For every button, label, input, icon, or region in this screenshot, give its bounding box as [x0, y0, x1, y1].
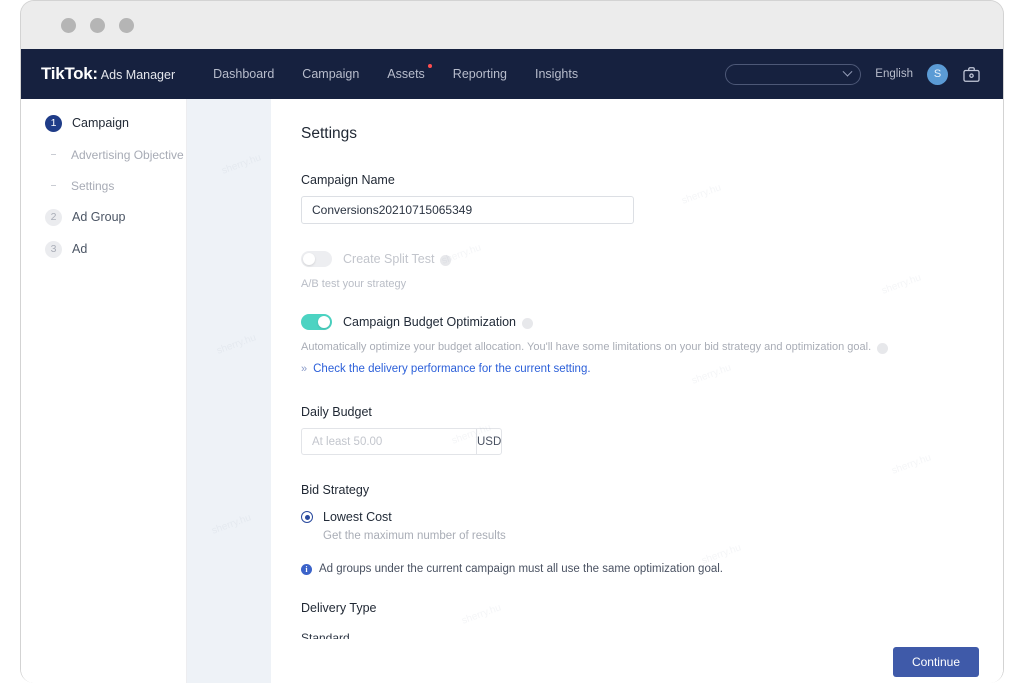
page-body: 1 Campaign Advertising Objective Setting… — [21, 99, 1003, 683]
nav-label-campaign: Campaign — [302, 67, 360, 81]
bullet-dash-icon — [51, 185, 56, 186]
bid-strategy-option-label: Lowest Cost — [323, 510, 392, 524]
nav-item-reporting[interactable]: Reporting — [453, 67, 507, 81]
radio-selected-icon[interactable] — [301, 511, 313, 523]
campaign-name-input[interactable] — [301, 196, 634, 224]
double-chevron-right-icon: » — [301, 363, 308, 375]
nav-label-insights: Insights — [535, 67, 579, 81]
split-test-label: Create Split Test — [343, 252, 435, 266]
window-minimize-dot[interactable] — [90, 17, 105, 33]
bid-strategy-group: Bid Strategy Lowest Cost Get the maximum… — [301, 483, 1003, 542]
campaign-name-field-group: Campaign Name — [301, 173, 1003, 224]
daily-budget-label: Daily Budget — [301, 405, 372, 419]
screenshot-root: TikTok: Ads Manager Dashboard Campaign A… — [0, 0, 1024, 683]
window-maximize-dot[interactable] — [119, 17, 134, 33]
cbo-group: Campaign Budget Optimization Automatical… — [301, 314, 1003, 375]
window-titlebar — [21, 1, 1003, 49]
sidebar-divider-band — [187, 99, 271, 683]
delivery-performance-link-label: Check the delivery performance for the c… — [313, 363, 591, 375]
help-icon[interactable] — [440, 254, 452, 266]
cbo-description-row: Automatically optimize your budget alloc… — [301, 341, 1003, 354]
cbo-label: Campaign Budget Optimization — [343, 315, 517, 329]
info-icon: i — [301, 563, 312, 575]
sidebar-label-campaign: Campaign — [72, 116, 129, 130]
footer-bar: Continue — [271, 639, 1003, 683]
sidebar-sublabel-advertising-objective: Advertising Objective — [71, 147, 184, 162]
nav-label-dashboard: Dashboard — [213, 67, 275, 81]
daily-budget-input[interactable] — [301, 428, 476, 455]
window-close-dot[interactable] — [61, 17, 76, 33]
bid-strategy-label: Bid Strategy — [301, 483, 370, 497]
briefcase-icon[interactable] — [962, 65, 981, 84]
account-select[interactable] — [725, 63, 862, 85]
main-content: Settings Campaign Name Create Split Test… — [271, 99, 1003, 683]
daily-budget-field: USD — [301, 428, 503, 455]
nav-item-dashboard[interactable]: Dashboard — [213, 67, 274, 81]
toggle-knob — [318, 316, 330, 328]
cbo-description: Automatically optimize your budget alloc… — [301, 341, 872, 353]
nav-item-insights[interactable]: Insights — [535, 67, 578, 81]
brand-logo[interactable]: TikTok: Ads Manager — [41, 64, 175, 84]
delivery-type-label: Delivery Type — [301, 601, 377, 615]
nav-item-assets[interactable]: Assets — [387, 64, 432, 81]
continue-button[interactable]: Continue — [892, 646, 979, 677]
avatar[interactable]: S — [927, 63, 948, 85]
daily-budget-group: Daily Budget USD — [301, 405, 1003, 455]
sidebar-item-campaign[interactable]: 1 Campaign — [21, 107, 186, 139]
delivery-performance-link[interactable]: » Check the delivery performance for the… — [301, 363, 1003, 375]
language-selector[interactable]: English — [875, 68, 913, 80]
top-navigation-bar: TikTok: Ads Manager Dashboard Campaign A… — [21, 49, 1003, 99]
cbo-toggle-row: Campaign Budget Optimization — [301, 314, 1003, 330]
bid-strategy-option-lowest-cost[interactable]: Lowest Cost — [301, 510, 1003, 524]
nav-links: Dashboard Campaign Assets Reporting Insi… — [213, 64, 578, 81]
nav-right-group: English S — [725, 63, 981, 85]
nav-label-reporting: Reporting — [452, 67, 507, 81]
campaign-budget-optimization-toggle[interactable] — [301, 314, 332, 330]
chevron-down-icon — [842, 66, 853, 77]
sidebar-label-ad: Ad — [72, 242, 88, 256]
split-test-toggle[interactable] — [301, 251, 332, 267]
bid-strategy-option-description: Get the maximum number of results — [323, 530, 506, 542]
bullet-dash-icon — [51, 154, 56, 155]
browser-window: TikTok: Ads Manager Dashboard Campaign A… — [20, 0, 1004, 683]
sidebar-sublabel-settings: Settings — [71, 178, 115, 193]
sidebar-item-ad[interactable]: 3 Ad — [21, 233, 186, 265]
sidebar-step-number-3: 3 — [45, 240, 62, 258]
nav-item-campaign[interactable]: Campaign — [302, 67, 359, 81]
page-title: Settings — [301, 125, 358, 142]
sidebar-step-number-1: 1 — [45, 114, 62, 132]
notification-dot-icon — [427, 64, 432, 68]
nav-label-assets: Assets — [387, 67, 425, 81]
sidebar-label-ad-group: Ad Group — [72, 210, 126, 224]
sidebar-subitem-settings[interactable]: Settings — [21, 170, 186, 201]
campaign-name-label: Campaign Name — [301, 173, 395, 187]
split-test-description: A/B test your strategy — [301, 278, 407, 290]
help-icon[interactable] — [877, 342, 889, 354]
brand-name: TikTok: — [41, 64, 98, 83]
split-test-group: Create Split Test A/B test your strategy — [301, 251, 1003, 290]
sidebar-step-number-2: 2 — [45, 208, 62, 226]
currency-suffix: USD — [476, 428, 503, 455]
brand-product: Ads Manager — [100, 68, 176, 82]
optimization-goal-note: i Ad groups under the current campaign m… — [301, 563, 1003, 575]
sidebar-item-ad-group[interactable]: 2 Ad Group — [21, 201, 186, 233]
sidebar-subitem-advertising-objective[interactable]: Advertising Objective — [21, 139, 186, 170]
split-test-toggle-row: Create Split Test — [301, 251, 1003, 267]
sidebar: 1 Campaign Advertising Objective Setting… — [21, 99, 187, 683]
help-icon[interactable] — [522, 317, 534, 329]
toggle-knob — [303, 253, 315, 265]
optimization-goal-note-text: Ad groups under the current campaign mus… — [319, 563, 723, 575]
